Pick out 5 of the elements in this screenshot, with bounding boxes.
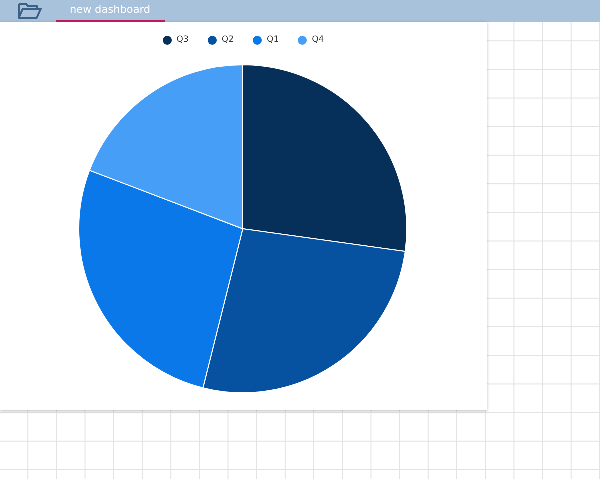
legend-label: Q3 [176,35,189,45]
legend-label: Q1 [267,35,280,45]
legend-label: Q2 [222,35,234,45]
legend-label: Q4 [312,35,324,45]
folder-icon[interactable] [17,2,43,20]
